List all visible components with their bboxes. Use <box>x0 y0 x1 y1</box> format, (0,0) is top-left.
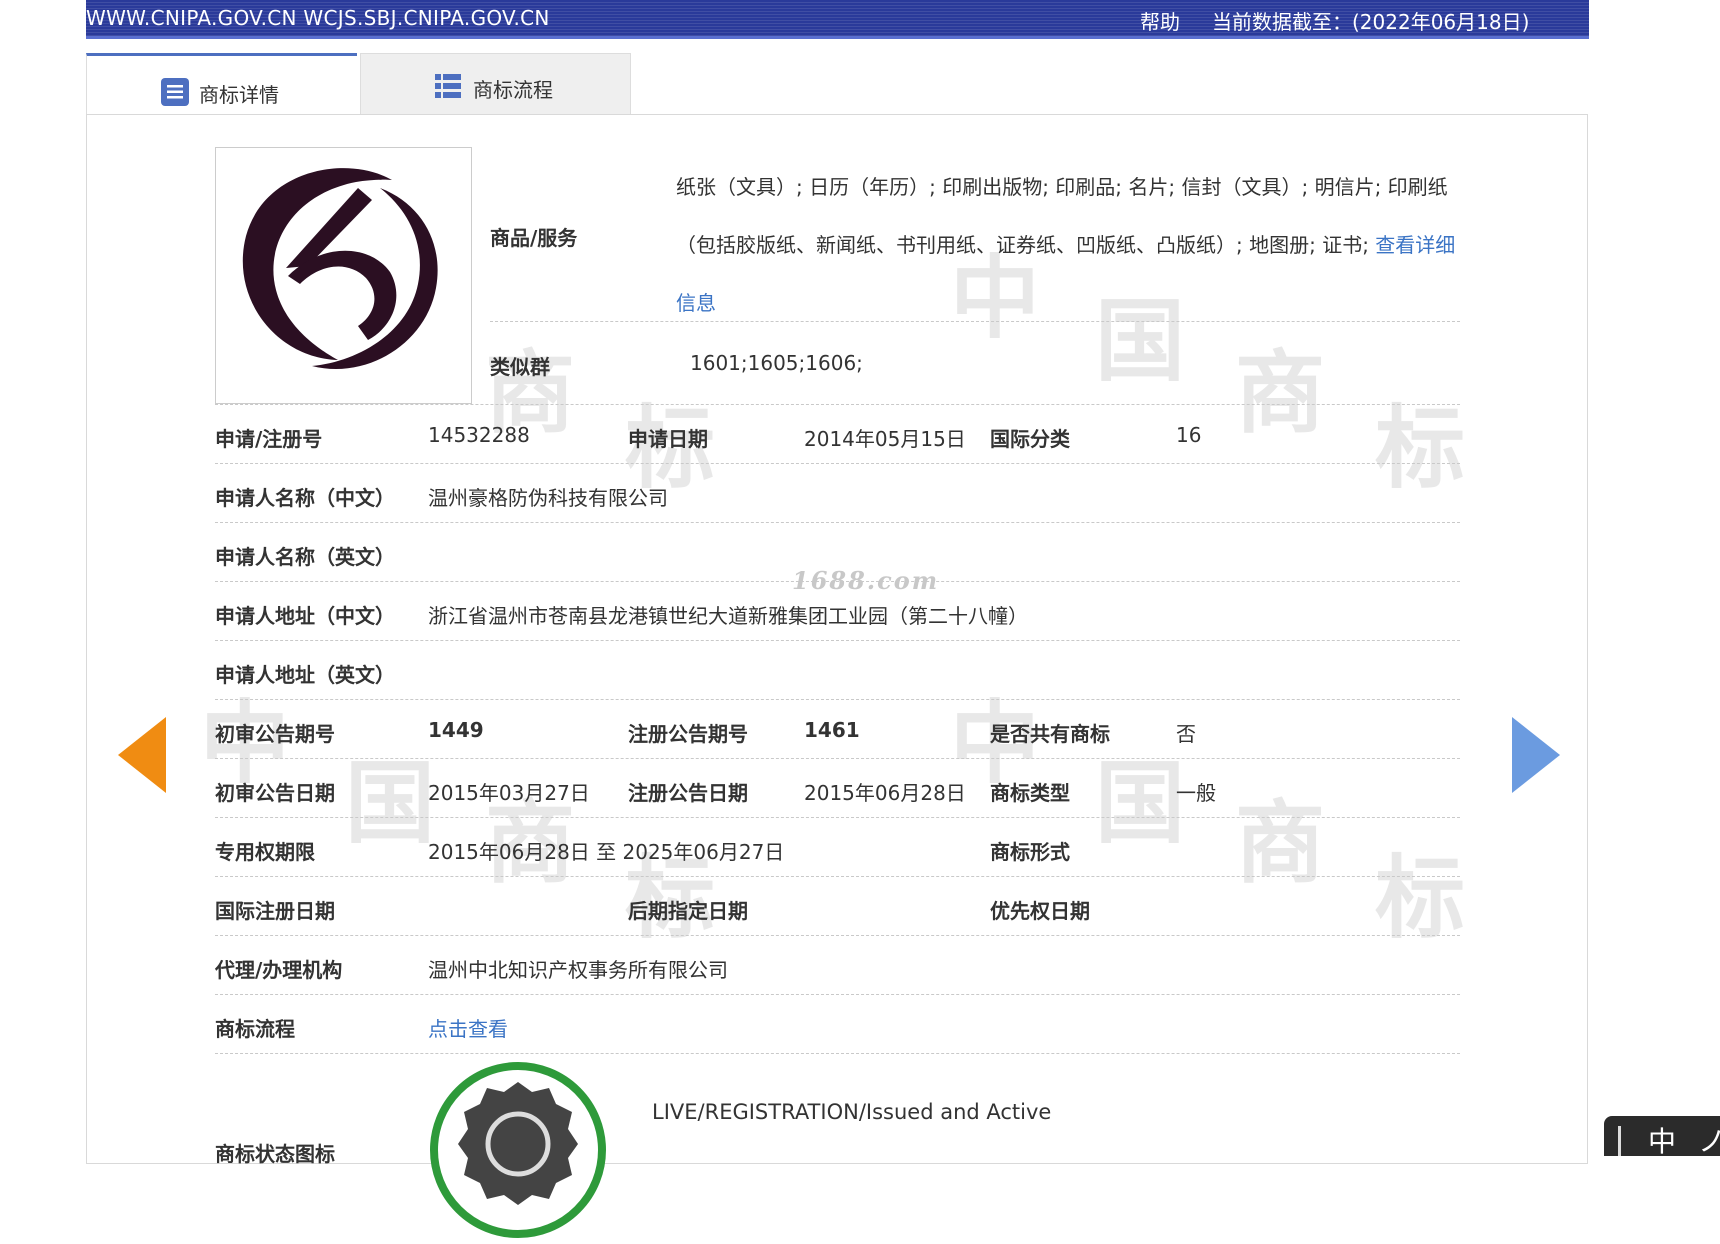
goods-services-value: 纸张（文具）; 日历（年历）; 印刷出版物; 印刷品; 名片; 信封（文具）; … <box>676 158 1456 332</box>
tab-label: 商标详情 <box>199 83 279 107</box>
data-as-of: 当前数据截至：(2022年06月18日) <box>1212 10 1530 34</box>
later-designation-label: 后期指定日期 <box>628 899 748 923</box>
mark-form-label: 商标形式 <box>990 840 1070 864</box>
row-divider <box>215 404 1460 405</box>
reg-issue-value: 1461 <box>804 718 860 742</box>
exclusive-period-value: 2015年06月28日 至 2025年06月27日 <box>428 840 785 864</box>
reg-no-value: 14532288 <box>428 423 530 447</box>
row-divider <box>490 321 1460 322</box>
row-divider <box>215 935 1460 936</box>
row-divider <box>215 640 1460 641</box>
row-divider <box>215 522 1460 523</box>
mark-type-label: 商标类型 <box>990 781 1070 805</box>
prelim-date-value: 2015年03月27日 <box>428 781 590 805</box>
row-divider <box>215 876 1460 877</box>
registered-status-icon <box>430 1062 606 1238</box>
address-cn-label: 申请人地址（中文） <box>215 604 395 628</box>
site-domains: WWW.CNIPA.GOV.CN WCJS.SBJ.CNIPA.GOV.CN <box>86 6 550 30</box>
previous-arrow-icon[interactable] <box>118 717 166 793</box>
status-badge <box>428 1060 608 1240</box>
mark-type-value: 一般 <box>1176 781 1216 805</box>
ime-mode: 中 <box>1648 1125 1677 1158</box>
goods-services-text: 纸张（文具）; 日历（年历）; 印刷出版物; 印刷品; 名片; 信封（文具）; … <box>676 175 1448 257</box>
row-divider <box>215 463 1460 464</box>
applicant-en-label: 申请人名称（英文） <box>215 545 395 569</box>
similar-group-value: 1601;1605;1606; <box>690 351 863 375</box>
shared-mark-label: 是否共有商标 <box>990 722 1110 746</box>
apply-date-label: 申请日期 <box>628 427 708 451</box>
row-divider <box>215 1053 1460 1054</box>
tab-trademark-detail[interactable]: 商标详情 <box>86 53 357 114</box>
prelim-issue-value: 1449 <box>428 718 484 742</box>
status-text: LIVE/REGISTRATION/Issued and Active <box>652 1100 1052 1124</box>
reg-date-label: 注册公告日期 <box>628 781 748 805</box>
list-icon <box>435 73 463 101</box>
exclusive-period-label: 专用权期限 <box>215 840 315 864</box>
ime-indicator[interactable]: 中 ノ <box>1604 1116 1720 1158</box>
help-link[interactable]: 帮助 <box>1140 6 1180 35</box>
prelim-date-label: 初审公告日期 <box>215 781 335 805</box>
row-divider <box>215 699 1460 700</box>
prelim-issue-label: 初审公告期号 <box>215 722 335 746</box>
ime-more: ノ <box>1698 1125 1720 1158</box>
intl-reg-date-label: 国际注册日期 <box>215 899 335 923</box>
tab-label: 商标流程 <box>473 78 553 102</box>
tab-trademark-flow[interactable]: 商标流程 <box>360 53 631 114</box>
tab-bar: 商标详情 商标流程 <box>86 53 632 115</box>
reg-issue-label: 注册公告期号 <box>628 722 748 746</box>
top-bar: WWW.CNIPA.GOV.CN WCJS.SBJ.CNIPA.GOV.CN 帮… <box>86 0 1589 39</box>
goods-services-label: 商品/服务 <box>490 226 578 250</box>
reg-date-value: 2015年06月28日 <box>804 781 966 805</box>
trademark-image <box>215 147 472 404</box>
agent-value: 温州中北知识产权事务所有限公司 <box>428 958 728 982</box>
apply-date-value: 2014年05月15日 <box>804 427 966 451</box>
applicant-cn-value: 温州豪格防伪科技有限公司 <box>428 486 668 510</box>
intl-class-value: 16 <box>1176 423 1202 447</box>
applicant-cn-label: 申请人名称（中文） <box>215 486 395 510</box>
row-divider <box>215 994 1460 995</box>
click-view-link[interactable]: 点击查看 <box>428 1013 508 1042</box>
address-cn-value: 浙江省温州市苍南县龙港镇世纪大道新雅集团工业园（第二十八幢） <box>428 604 1028 628</box>
reg-no-label: 申请/注册号 <box>215 427 323 451</box>
intl-class-label: 国际分类 <box>990 427 1070 451</box>
ime-handle-icon <box>1618 1126 1621 1156</box>
similar-group-label: 类似群 <box>490 355 550 379</box>
next-arrow-icon[interactable] <box>1512 717 1560 793</box>
document-list-icon <box>161 78 189 106</box>
trademark-logo-icon <box>242 168 438 370</box>
address-en-label: 申请人地址（英文） <box>215 663 395 687</box>
row-divider <box>215 581 1460 582</box>
row-divider <box>215 817 1460 818</box>
shared-mark-value: 否 <box>1176 722 1196 746</box>
trademark-flow-label: 商标流程 <box>215 1017 295 1041</box>
priority-date-label: 优先权日期 <box>990 899 1090 923</box>
row-divider <box>215 758 1460 759</box>
agent-label: 代理/办理机构 <box>215 958 343 982</box>
